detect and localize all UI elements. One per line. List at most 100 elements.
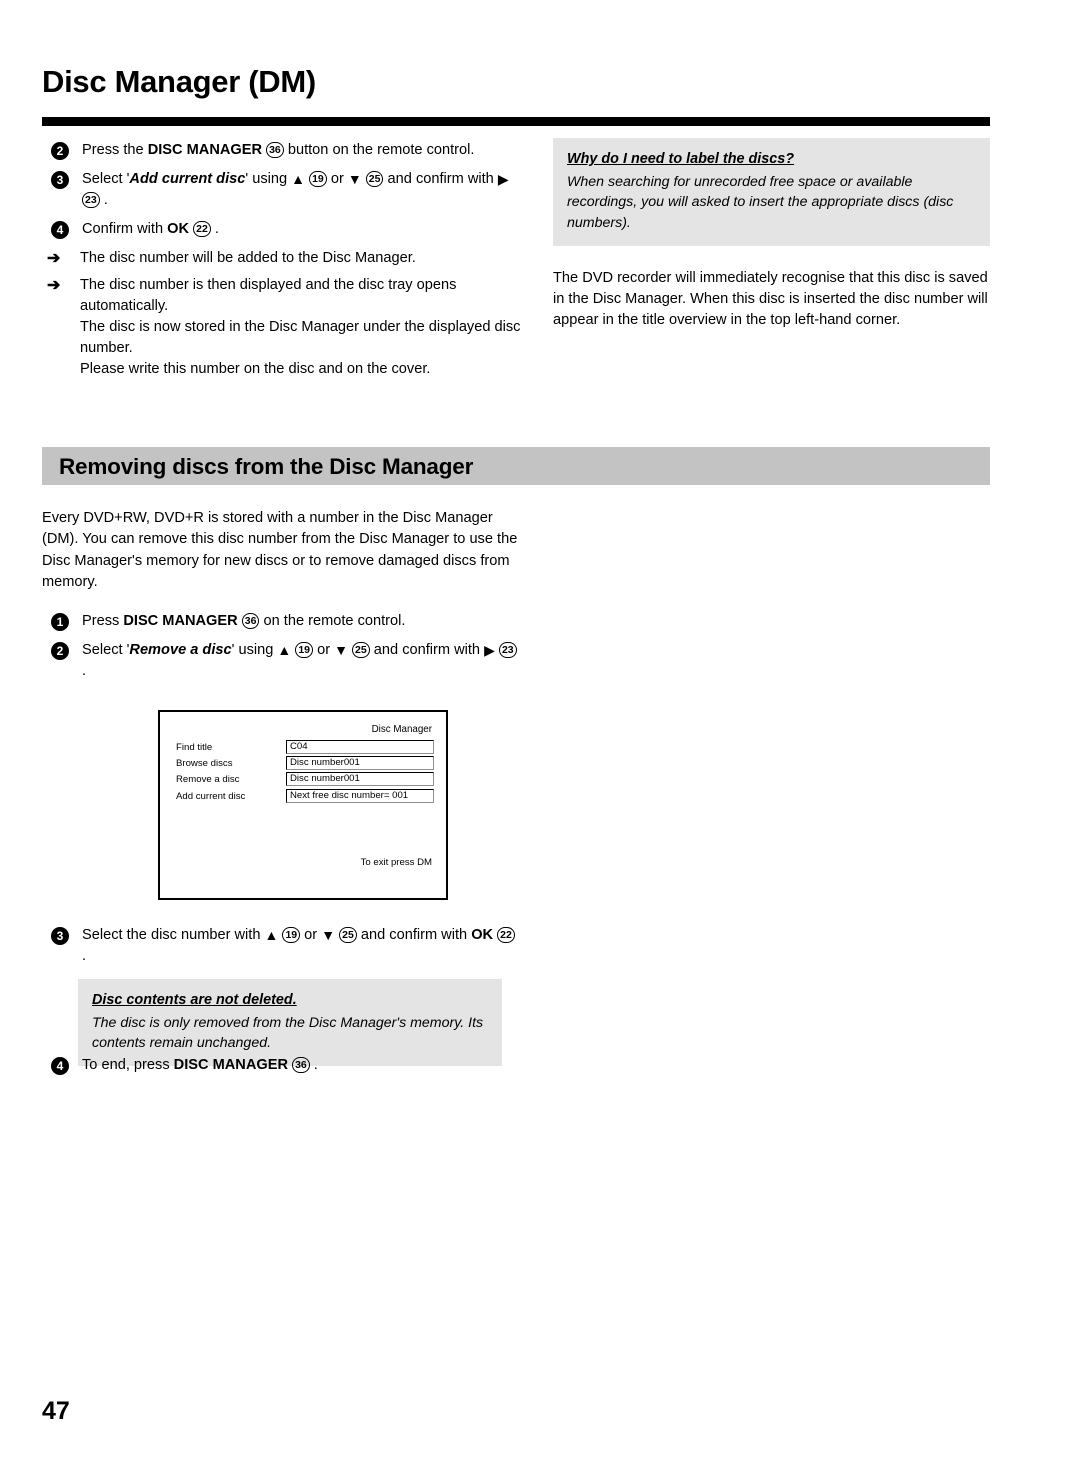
button-reference-number: 19	[295, 642, 314, 659]
button-reference-number: 23	[82, 192, 100, 208]
instruction-step: 2 Select 'Remove a disc' using ▲ 19 or ▼ …	[42, 640, 522, 682]
step-text: on the remote control.	[259, 613, 406, 630]
step-text: Select '	[82, 642, 130, 659]
step-text: ' using	[231, 642, 278, 659]
direction-arrow-icon: ▶	[497, 171, 509, 187]
direction-arrow-icon: ▲	[264, 927, 279, 943]
tv-menu-row-label: Remove a disc	[176, 774, 240, 786]
direction-arrow-icon: ▲	[291, 171, 306, 187]
page-title: Disc Manager (DM)	[42, 64, 316, 99]
step-number-badge: 4	[51, 221, 69, 239]
step-text: .	[99, 192, 108, 208]
section-heading-label: Removing discs from the Disc Manager	[59, 454, 474, 479]
step-text: or	[313, 642, 335, 659]
step-text: button on the remote control.	[283, 142, 475, 158]
step-text: and confirm with	[383, 171, 498, 187]
step-text: .	[82, 663, 87, 680]
button-reference-number: 25	[365, 171, 384, 187]
instruction-step: 4 To end, press DISC MANAGER 36 .	[42, 1055, 522, 1076]
disc-contents-note: Disc contents are not deleted. The disc …	[78, 979, 502, 1067]
step-text: Select '	[82, 171, 130, 187]
button-reference-number: 36	[266, 142, 284, 158]
disc-contents-note-body: The disc is only removed from the Disc M…	[92, 1014, 484, 1052]
disc-contents-note-heading: Disc contents are not deleted.	[92, 992, 297, 1008]
direction-arrow-icon: ▲	[277, 642, 292, 659]
title-rule	[42, 117, 990, 126]
tv-menu-row-value[interactable]: Disc number001	[286, 756, 434, 771]
section-two-step4-block: 4 To end, press DISC MANAGER 36 .	[42, 1055, 522, 1084]
step-number-badge: 2	[51, 642, 69, 661]
right-paragraph: The DVD recorder will immediately recogn…	[553, 269, 988, 328]
tv-menu-row-value[interactable]: Disc number001	[286, 772, 434, 787]
tv-menu-row[interactable]: Browse discs Disc number001	[176, 756, 434, 772]
step-body: Press DISC MANAGER 36 on the remote cont…	[82, 613, 406, 630]
tip-box-heading: Why do I need to label the discs?	[567, 151, 795, 167]
step-text: To end, press	[82, 1057, 174, 1073]
button-reference-number: 36	[292, 1057, 310, 1073]
step-text: or	[300, 927, 322, 943]
button-reference-number: 19	[309, 171, 327, 187]
menu-option-name: Add current disc	[129, 171, 246, 187]
tv-menu-row-value[interactable]: Next free disc number= 001	[286, 788, 434, 803]
manual-page: Disc Manager (DM) 2 Press the DISC MANAGE…	[0, 0, 1080, 1473]
step-body: Press the DISC MANAGER 36 button on the …	[82, 142, 474, 158]
step-text: Confirm with	[82, 221, 168, 237]
tv-menu-row-label: Add current disc	[176, 790, 246, 802]
menu-option-name: Remove a disc	[129, 642, 232, 659]
button-reference-number: 19	[282, 927, 301, 943]
tv-menu-row-value[interactable]: C04	[286, 740, 434, 754]
tv-menu-row[interactable]: Add current disc Next free disc number= 0…	[176, 788, 434, 805]
step-number-badge: 2	[51, 142, 69, 160]
instruction-step: 3 Select the disc number with ▲ 19 or ▼ 2…	[42, 925, 522, 967]
step-body: To end, press DISC MANAGER 36 .	[82, 1057, 318, 1073]
tip-box-body: When searching for unrecorded free space…	[567, 173, 954, 232]
instruction-step: 4 Confirm with OK 22 .	[42, 219, 522, 240]
direction-arrow-icon: ▶	[484, 642, 495, 659]
step-text: .	[309, 1057, 318, 1073]
step-text: or	[326, 171, 348, 187]
step-text: ' using	[245, 171, 292, 187]
result-bullet-text: The disc number is then displayed and th…	[80, 277, 521, 377]
button-name: OK	[471, 927, 494, 943]
tv-screen-exit-hint: To exit press DM	[360, 857, 432, 868]
result-bullet: ➔ The disc number will be added to the Di…	[42, 248, 522, 269]
step-text: .	[82, 948, 87, 964]
step-number-badge: 1	[51, 613, 69, 632]
step-number-badge: 4	[51, 1057, 69, 1075]
instruction-step: 3 Select 'Add current disc' using ▲ 19 or…	[42, 169, 522, 211]
step-text: and confirm with	[369, 642, 485, 659]
instruction-step: 1 Press DISC MANAGER 36 on the remote con…	[42, 611, 522, 632]
tv-menu-row[interactable]: Remove a disc Disc number001	[176, 772, 434, 788]
step-number-badge: 3	[51, 171, 69, 189]
button-name: DISC MANAGER	[147, 142, 263, 158]
right-arrow-icon: ➔	[47, 250, 61, 267]
section-two-step3-block: 3 Select the disc number with ▲ 19 or ▼ 2…	[42, 925, 522, 1067]
result-bullet: ➔ The disc number is then displayed and t…	[42, 275, 522, 380]
button-reference-number: 22	[193, 221, 211, 237]
button-reference-number: 36	[241, 613, 260, 630]
step-text: .	[210, 221, 219, 237]
result-bullet-text: The disc number will be added to the Dis…	[80, 250, 416, 266]
tv-screen-menu: Find title C04 Browse discs Disc number001 R…	[176, 740, 434, 805]
page-number: 47	[42, 1397, 70, 1425]
button-name: DISC MANAGER	[123, 613, 238, 630]
tv-screen-title: Disc Manager	[371, 724, 432, 735]
step-body: Select 'Remove a disc' using ▲ 19 or ▼ 2…	[82, 642, 517, 679]
step-text: and confirm with	[356, 927, 472, 943]
section-two-intro: Every DVD+RW, DVD+R is stored with a num…	[42, 510, 518, 590]
section-heading-bar: Removing discs from the Disc Manager	[42, 447, 990, 485]
tv-screen-diagram: Disc Manager Find title C04 Browse discs Di…	[158, 710, 448, 900]
step-body: Select 'Add current disc' using ▲ 19 or …	[82, 171, 509, 208]
right-arrow-icon: ➔	[47, 277, 61, 294]
step-text: Press the	[82, 142, 148, 158]
direction-arrow-icon: ▼	[334, 642, 348, 659]
button-name: DISC MANAGER	[173, 1057, 288, 1073]
direction-arrow-icon: ▼	[321, 927, 336, 943]
button-reference-number: 22	[497, 927, 515, 943]
direction-arrow-icon: ▼	[347, 171, 362, 187]
section-two-intro-block: Every DVD+RW, DVD+R is stored with a num…	[42, 508, 522, 690]
button-reference-number: 25	[352, 642, 370, 659]
step-text: Press	[82, 613, 124, 630]
step-text: Select the disc number with	[82, 927, 265, 943]
tv-menu-row[interactable]: Find title C04	[176, 740, 434, 756]
